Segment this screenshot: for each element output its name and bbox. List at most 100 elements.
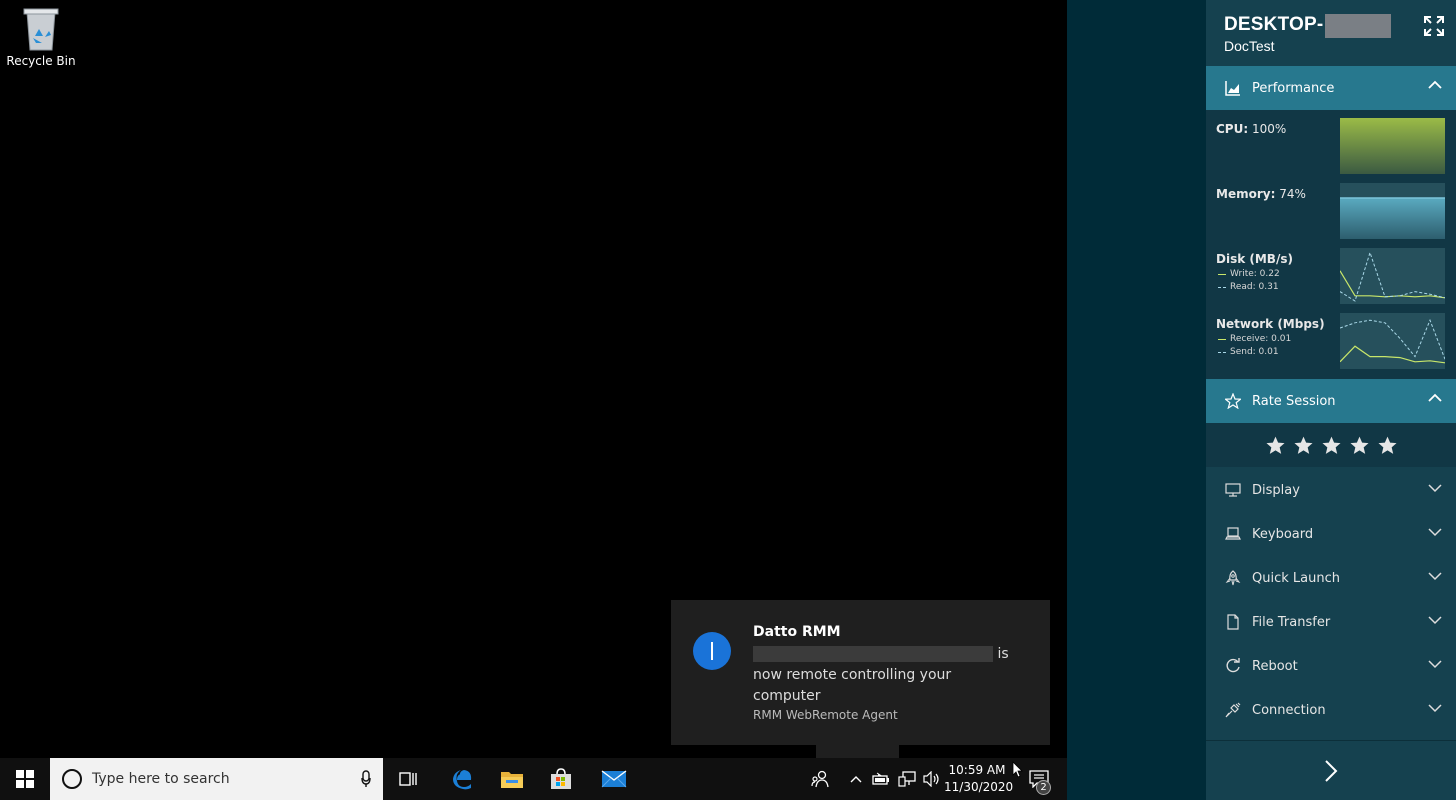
- performance-section-header[interactable]: Performance: [1206, 66, 1456, 110]
- search-placeholder: Type here to search: [92, 771, 230, 787]
- desktop: Recycle Bin Datto RMM is now remote cont…: [0, 0, 1067, 758]
- disk-graph: [1340, 248, 1445, 304]
- menu-item-connection[interactable]: Connection: [1206, 688, 1456, 732]
- notification-count-badge: 2: [1036, 780, 1051, 795]
- star-icon[interactable]: [1377, 436, 1397, 455]
- chevron-down-icon: [1428, 616, 1442, 625]
- edge-icon: [453, 770, 472, 790]
- network-label: Network (Mbps): [1216, 317, 1325, 331]
- star-icon[interactable]: [1321, 436, 1341, 455]
- action-center-button[interactable]: 2: [1012, 758, 1052, 800]
- file-explorer-button[interactable]: [492, 758, 532, 800]
- rate-session-title: Rate Session: [1252, 393, 1336, 409]
- store-button[interactable]: [541, 758, 581, 800]
- cpu-metric: CPU: 100%: [1216, 118, 1448, 174]
- menu-item-label: Keyboard: [1252, 526, 1314, 542]
- show-hidden-icons-button[interactable]: [846, 758, 866, 800]
- mail-icon: [601, 770, 627, 788]
- network-graph: [1340, 313, 1445, 369]
- rate-session-section-header[interactable]: Rate Session: [1206, 379, 1456, 423]
- star-icon[interactable]: [1349, 436, 1369, 455]
- performance-body: CPU: 100% Memory: 74% Disk (MB/s) Write:…: [1206, 110, 1456, 379]
- device-group: DocTest: [1224, 38, 1275, 54]
- menu-item-label: File Transfer: [1252, 614, 1331, 630]
- reboot-icon: [1226, 658, 1240, 673]
- menu-item-display[interactable]: Display: [1206, 468, 1456, 512]
- menu-item-label: Reboot: [1252, 658, 1298, 674]
- keyboard-icon: [1225, 527, 1241, 540]
- clock-date: 11/30/2020: [944, 780, 1014, 794]
- star-icon[interactable]: [1265, 436, 1285, 455]
- plug-icon: [1225, 702, 1241, 718]
- taskbar: Type here to search 10:59 AM 11/30/2020 …: [0, 758, 1067, 800]
- menu-item-reboot[interactable]: Reboot: [1206, 644, 1456, 688]
- redacted-user-name: [753, 646, 993, 662]
- mail-button[interactable]: [594, 758, 634, 800]
- memory-label: Memory: 74%: [1216, 187, 1306, 201]
- device-name: DESKTOP-: [1224, 14, 1392, 38]
- cpu-value: 100%: [1251, 122, 1287, 136]
- battery-icon: [872, 772, 889, 785]
- memory-graph: [1340, 183, 1445, 239]
- network-receive-legend: Receive: 0.01: [1218, 334, 1291, 344]
- edge-button[interactable]: [442, 758, 482, 800]
- disk-read-legend: Read: 0.31: [1218, 282, 1279, 292]
- disk-label: Disk (MB/s): [1216, 252, 1293, 266]
- people-button[interactable]: [806, 758, 834, 800]
- recycle-bin-shortcut[interactable]: Recycle Bin: [4, 6, 78, 68]
- network-metric: Network (Mbps) Receive: 0.01 Send: 0.01: [1216, 313, 1448, 369]
- taskbar-search[interactable]: Type here to search: [50, 758, 383, 800]
- menu-item-quick-launch[interactable]: Quick Launch: [1206, 556, 1456, 600]
- chart-icon: [1225, 81, 1240, 96]
- toast-tab: [816, 745, 899, 758]
- task-view-button[interactable]: [390, 758, 426, 800]
- chevron-down-icon: [1428, 528, 1442, 537]
- cpu-graph: [1340, 118, 1445, 174]
- network-receive-line: [1340, 345, 1445, 364]
- chevron-down-icon: [1428, 704, 1442, 713]
- cpu-label: CPU: 100%: [1216, 122, 1287, 136]
- memory-metric: Memory: 74%: [1216, 183, 1448, 239]
- chevron-up-icon: [1428, 80, 1442, 89]
- network-send-line: [1340, 318, 1445, 360]
- chevron-down-icon: [1428, 484, 1442, 493]
- cortana-icon: [62, 769, 82, 789]
- volume-tray-button[interactable]: [920, 758, 944, 800]
- start-button[interactable]: [0, 758, 50, 800]
- battery-tray-button[interactable]: [870, 758, 892, 800]
- windows-icon: [16, 770, 34, 788]
- notification-toast[interactable]: Datto RMM is now remote controlling your…: [671, 600, 1050, 745]
- disk-read-line: [1340, 250, 1445, 302]
- file-explorer-icon: [501, 772, 523, 788]
- task-view-icon: [399, 772, 417, 786]
- clock-time: 10:59 AM: [948, 763, 1006, 777]
- star-icon[interactable]: [1293, 436, 1313, 455]
- network-send-legend: Send: 0.01: [1218, 347, 1279, 357]
- speaker-icon: [923, 771, 939, 787]
- toast-source: RMM WebRemote Agent: [753, 708, 898, 722]
- device-name-prefix: DESKTOP-: [1224, 14, 1324, 35]
- file-icon: [1227, 614, 1239, 630]
- microphone-icon[interactable]: [361, 770, 371, 788]
- taskbar-clock[interactable]: 10:59 AM 11/30/2020: [944, 762, 1014, 796]
- mouse-cursor-icon: [1012, 761, 1023, 778]
- menu-item-keyboard[interactable]: Keyboard: [1206, 512, 1456, 556]
- network-tray-button[interactable]: [895, 758, 919, 800]
- info-icon: [693, 632, 731, 670]
- store-icon: [551, 768, 571, 789]
- remote-control-panel: DESKTOP- DocTest Performance CPU: 100% M…: [1206, 0, 1456, 800]
- chevron-down-icon: [1428, 572, 1442, 581]
- menu-item-label: Connection: [1252, 702, 1326, 718]
- fullscreen-icon[interactable]: [1424, 16, 1444, 36]
- redacted-device-suffix: [1325, 14, 1392, 38]
- menu-item-file-transfer[interactable]: File Transfer: [1206, 600, 1456, 644]
- network-icon: [898, 771, 916, 787]
- memory-value: 74%: [1279, 187, 1306, 201]
- memory-fill: [1340, 198, 1445, 239]
- disk-write-legend: Write: 0.22: [1218, 269, 1280, 279]
- menu-item-label: Quick Launch: [1252, 570, 1340, 586]
- collapse-panel-button[interactable]: [1206, 740, 1456, 800]
- recycle-bin-label: Recycle Bin: [6, 54, 76, 68]
- recycle-bin-icon: [23, 8, 59, 51]
- disk-metric: Disk (MB/s) Write: 0.22 Read: 0.31: [1216, 248, 1448, 304]
